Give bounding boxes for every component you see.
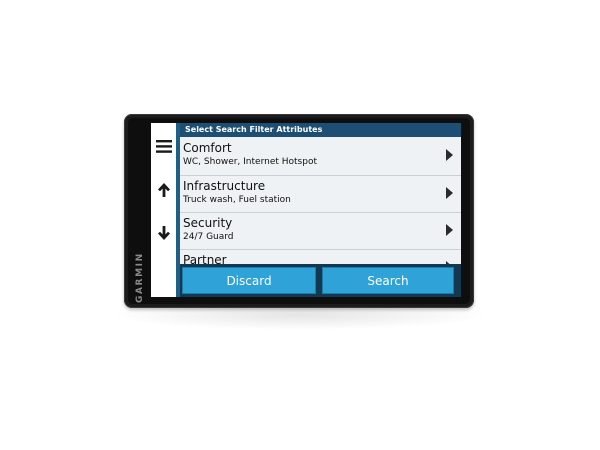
brand-logo: GARMIN	[135, 252, 145, 304]
search-button[interactable]: Search	[322, 267, 454, 294]
list-item-title: Comfort	[183, 141, 232, 155]
filter-list-panel: Select Search Filter Attributes Comfort …	[180, 123, 461, 297]
menu-icon	[155, 139, 172, 153]
arrow-down-icon	[157, 226, 170, 240]
list-item-infrastructure[interactable]: Infrastructure Truck wash, Fuel station	[180, 176, 461, 213]
list-item-title: Security	[183, 216, 233, 230]
list-item-subtitle: Truck wash, Fuel station	[183, 195, 291, 205]
scroll-down-button[interactable]	[151, 222, 176, 244]
chevron-right-icon	[446, 149, 453, 161]
list-item-subtitle: WC, Shower, Internet Hotspot	[183, 157, 317, 167]
arrow-up-icon	[157, 183, 170, 197]
action-bar: Discard Search	[180, 264, 461, 297]
list-item-title: Infrastructure	[183, 179, 266, 193]
chevron-right-icon	[446, 224, 453, 236]
list-item-security[interactable]: Security 24/7 Guard	[180, 213, 461, 250]
list-item-subtitle: 24/7 Guard	[183, 232, 234, 242]
discard-button[interactable]: Discard	[182, 267, 316, 294]
device-screen: Select Search Filter Attributes Comfort …	[151, 123, 461, 297]
page-title: Select Search Filter Attributes	[180, 123, 461, 137]
menu-button[interactable]	[151, 135, 176, 157]
list-item-comfort[interactable]: Comfort WC, Shower, Internet Hotspot	[180, 138, 461, 175]
scroll-up-button[interactable]	[151, 179, 176, 201]
side-navigation	[151, 123, 176, 297]
chevron-right-icon	[446, 187, 453, 199]
